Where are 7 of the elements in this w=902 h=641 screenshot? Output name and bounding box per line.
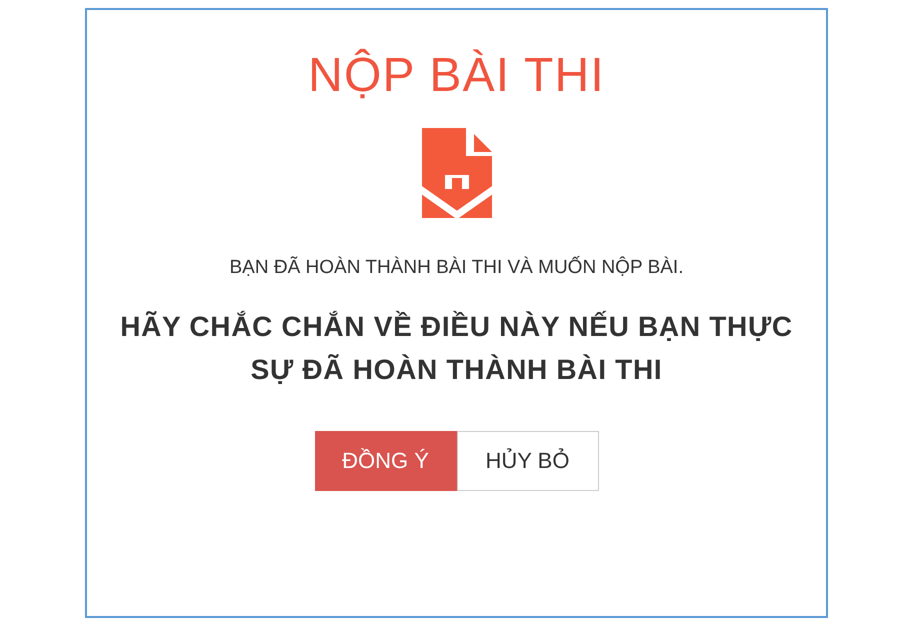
document-download-icon (422, 128, 492, 218)
message-text: BẠN ĐÃ HOÀN THÀNH BÀI THI VÀ MUỐN NỘP BÀI. (230, 255, 684, 280)
confirm-button[interactable]: ĐỒNG Ý (314, 430, 456, 490)
warning-text: HÃY CHẮC CHẮN VỀ ĐIỀU NÀY NẾU BẠN THỰC (120, 310, 793, 344)
warning-text: SỰ ĐÃ HOÀN THÀNH BÀI THI (250, 352, 662, 386)
dialog-title: NỘP BÀI THI (308, 48, 605, 104)
cancel-button[interactable]: HỦY BỎ (456, 430, 598, 490)
